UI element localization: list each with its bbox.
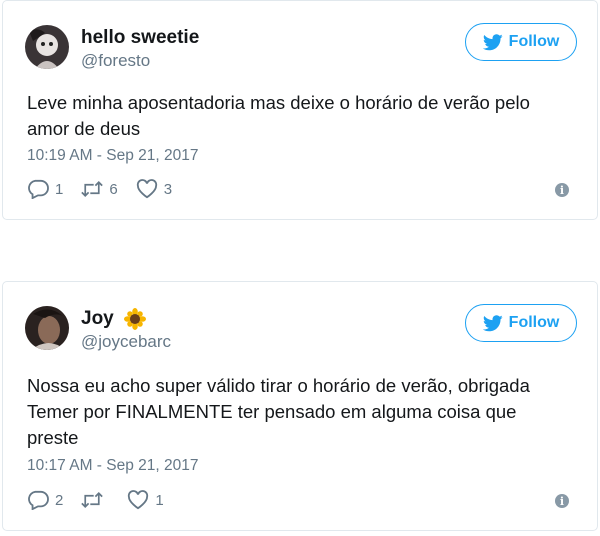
tweet-card: Joy @joycebarc Follow Nossa eu acho supe… [2,281,598,531]
retweet-button[interactable]: 6 [81,179,118,199]
twitter-bird-icon [482,314,503,331]
reply-count: 2 [55,491,64,509]
avatar[interactable] [25,25,69,69]
follow-label: Follow [508,33,560,50]
like-count: 3 [163,180,173,198]
tweet-timestamp[interactable]: 10:17 AM - Sep 21, 2017 [27,457,198,475]
reply-count: 1 [55,180,64,198]
follow-label: Follow [508,314,560,331]
reply-icon [28,179,49,199]
tweet-text: Nossa eu acho super válido tirar o horár… [27,375,530,448]
like-button[interactable]: 3 [136,179,172,199]
display-name[interactable]: Joy [81,307,114,331]
tweet-timestamp[interactable]: 10:19 AM - Sep 21, 2017 [27,147,198,165]
follow-button[interactable]: Follow [465,304,577,342]
user-handle[interactable]: @joycebarc [81,331,171,353]
tweet-card: hello sweetie @foresto Follow Leve minha… [2,0,598,220]
avatar[interactable] [25,306,69,350]
reply-button[interactable]: 2 [27,490,63,510]
twitter-bird-icon [482,33,503,50]
retweet-icon [81,181,104,197]
like-button[interactable]: 1 [127,490,164,510]
reply-button[interactable]: 1 [27,179,63,199]
user-handle[interactable]: @foresto [81,50,199,72]
info-icon[interactable]: i [555,494,569,508]
info-icon[interactable]: i [555,183,569,197]
follow-button[interactable]: Follow [465,23,577,61]
retweet-count: 6 [109,180,118,198]
retweet-icon [81,492,104,508]
display-name[interactable]: hello sweetie [81,26,199,50]
sunflower-emoji-icon [124,308,147,330]
retweet-button[interactable] [81,490,109,510]
like-count: 1 [155,491,164,509]
reply-icon [28,490,49,510]
heart-icon [136,179,157,199]
heart-icon [128,490,149,510]
tweet-text: Leve minha aposentadoria mas deixe o hor… [27,92,530,139]
